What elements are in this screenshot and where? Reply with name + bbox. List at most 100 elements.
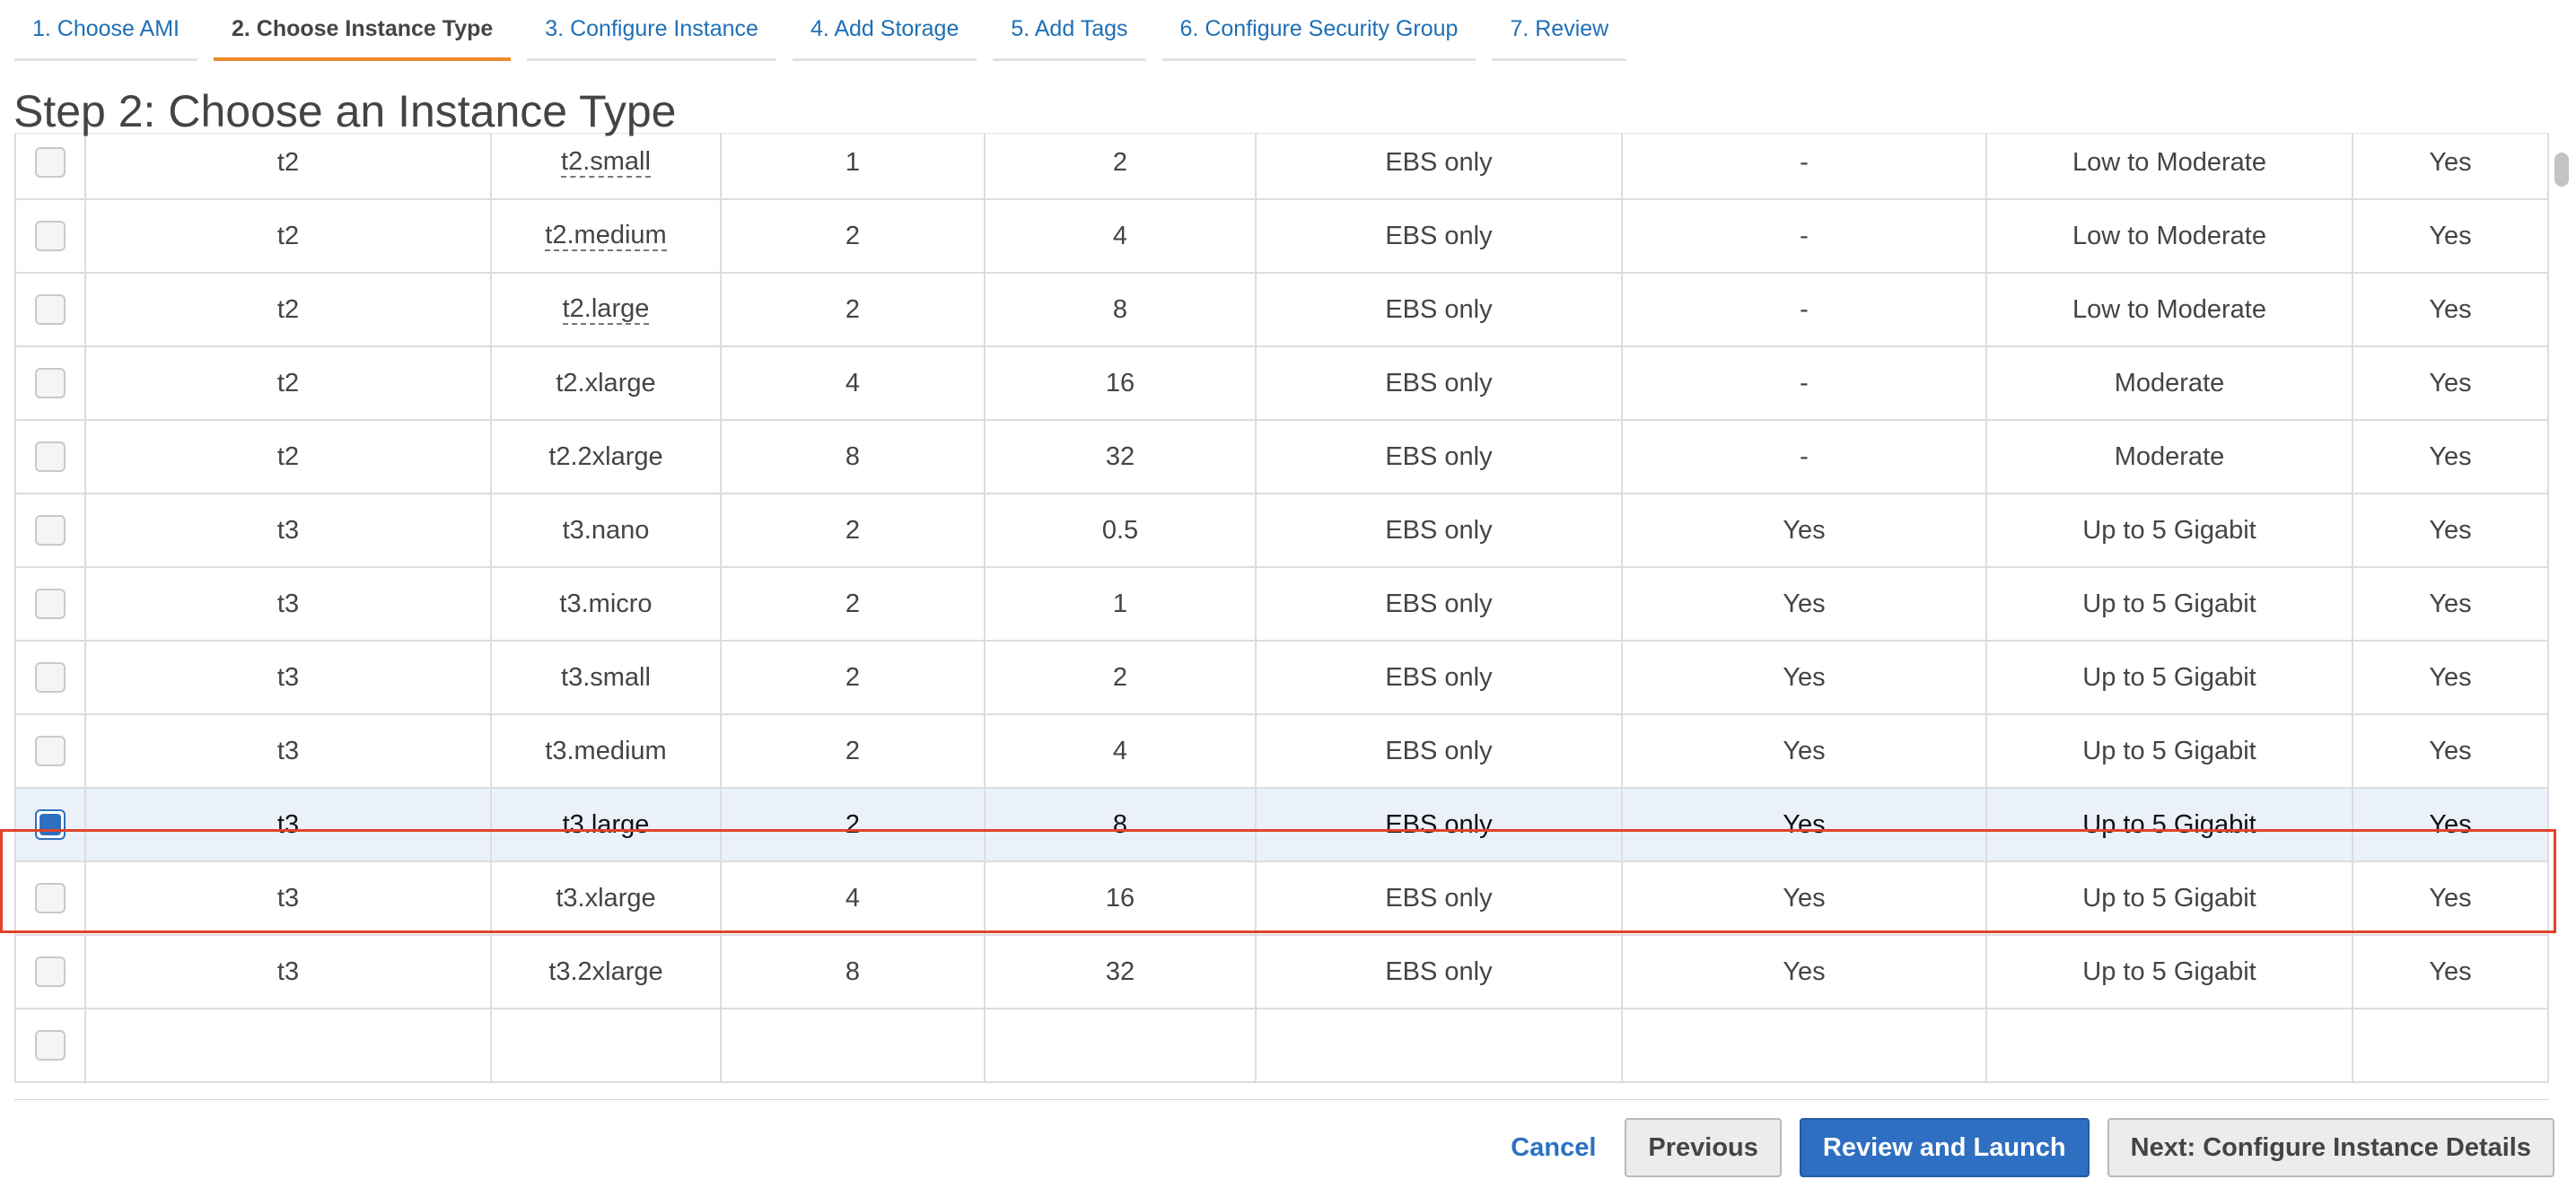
ipv6-support-cell (2353, 1009, 2549, 1081)
review-and-launch-button[interactable]: Review and Launch (1799, 1118, 2090, 1177)
memory-cell: 32 (986, 936, 1257, 1008)
ipv6-support-cell: Yes (2353, 862, 2549, 934)
ipv6-support-cell: Yes (2353, 421, 2549, 493)
scrollbar-thumb[interactable] (2554, 153, 2569, 187)
network-performance-value: Up to 5 Gigabit (2082, 589, 2256, 618)
row-select-checkbox[interactable] (35, 147, 66, 178)
cancel-button[interactable]: Cancel (1503, 1118, 1603, 1177)
family-cell: t2 (86, 421, 492, 493)
table-row[interactable]: t3 t3.micro 2 1 EBS only Yes Up to 5 Gigabit Ye… (14, 568, 2549, 642)
type-wrapper: t2.small (561, 148, 651, 178)
row-checkbox-cell[interactable] (14, 642, 86, 713)
network-performance-value: Up to 5 Gigabit (2082, 883, 2256, 913)
next-configure-instance-details-button[interactable]: Next: Configure Instance Details (2107, 1118, 2554, 1177)
row-select-checkbox[interactable] (35, 736, 66, 766)
memory-value: 4 (1112, 736, 1128, 765)
table-row[interactable]: t2 t2.xlarge 4 16 EBS only - Moderate Yes (14, 347, 2549, 421)
row-select-checkbox[interactable] (35, 294, 66, 325)
family-cell: t2 (86, 134, 492, 198)
family-cell (86, 1009, 492, 1081)
row-checkbox-cell[interactable] (14, 134, 86, 198)
network-performance-value: Moderate (2114, 441, 2225, 471)
row-select-checkbox[interactable] (35, 589, 66, 619)
ipv6-support-cell: Yes (2353, 274, 2549, 345)
row-select-checkbox[interactable] (35, 957, 66, 987)
row-checkbox-cell[interactable] (14, 274, 86, 345)
ebs-optimized-cell: - (1623, 134, 1987, 198)
instance-storage-value: EBS only (1385, 368, 1493, 397)
network-performance-cell: Up to 5 Gigabit (1987, 862, 2353, 934)
table-row[interactable]: t3 t3.small 2 2 EBS only Yes Up to 5 Gigabit Ye… (14, 642, 2549, 715)
ipv6-support-cell: Yes (2353, 347, 2549, 419)
table-row[interactable]: t3 t3.large 2 8 EBS only Yes Up to 5 Gigabit Ye… (14, 789, 2549, 862)
family-value: t2 (276, 441, 300, 471)
table-row[interactable]: t3 t3.medium 2 4 EBS only Yes Up to 5 Gigabit Y… (14, 715, 2549, 789)
type-cell: t3.small (492, 642, 722, 713)
table-row[interactable]: t2 t2.medium 2 4 EBS only - Low to Moderate Yes (14, 200, 2549, 274)
row-select-checkbox[interactable] (35, 221, 66, 251)
row-select-checkbox[interactable] (35, 662, 66, 693)
table-row[interactable]: t3 t3.nano 2 0.5 EBS only Yes Up to 5 Gigabit Y… (14, 494, 2549, 568)
row-select-checkbox[interactable] (35, 1030, 66, 1061)
instance-type-name: t2.large (562, 293, 650, 325)
row-checkbox-cell[interactable] (14, 421, 86, 493)
memory-value: 2 (1112, 662, 1128, 692)
row-checkbox-cell[interactable] (14, 200, 86, 272)
network-performance-value: Low to Moderate (2072, 221, 2266, 250)
row-checkbox-cell[interactable] (14, 1009, 86, 1081)
row-checkbox-cell[interactable] (14, 494, 86, 566)
memory-value: 16 (1105, 883, 1135, 913)
step-configure-security-group[interactable]: 6. Configure Security Group (1161, 0, 1476, 61)
type-wrapper: t3.medium (545, 738, 666, 764)
family-value: t3 (276, 515, 300, 545)
step-choose-instance-type[interactable]: 2. Choose Instance Type (213, 0, 512, 61)
type-cell: t2.medium (492, 200, 722, 272)
table-row[interactable]: t2 t2.2xlarge 8 32 EBS only - Moderate Yes (14, 421, 2549, 494)
table-row[interactable] (14, 1009, 2549, 1083)
ipv6-support-value: Yes (2429, 883, 2472, 913)
row-checkbox-cell[interactable] (14, 568, 86, 640)
table-row[interactable]: t3 t3.xlarge 4 16 EBS only Yes Up to 5 Gigabit… (14, 862, 2549, 936)
family-value: t2 (276, 368, 300, 397)
memory-cell: 32 (986, 421, 1257, 493)
network-performance-cell: Up to 5 Gigabit (1987, 789, 2353, 860)
vcpus-cell: 2 (722, 274, 986, 345)
row-select-checkbox[interactable] (35, 441, 66, 472)
table-row[interactable]: t3 t3.2xlarge 8 32 EBS only Yes Up to 5 Gigabi… (14, 936, 2549, 1009)
family-value: t2 (276, 147, 300, 177)
ebs-optimized-cell: Yes (1623, 494, 1987, 566)
type-wrapper: t3.small (561, 664, 651, 691)
wizard-footer: Cancel Previous Review and Launch Next: … (1503, 1118, 2554, 1177)
row-select-checkbox[interactable] (35, 368, 66, 398)
vcpus-value: 2 (845, 662, 861, 692)
table-row[interactable]: t2 t2.large 2 8 EBS only - Low to Moderate Yes (14, 274, 2549, 347)
row-checkbox-cell[interactable] (14, 936, 86, 1008)
row-select-checkbox[interactable] (35, 515, 66, 546)
instance-storage-cell: EBS only (1257, 936, 1623, 1008)
row-checkbox-cell[interactable] (14, 347, 86, 419)
step-configure-instance[interactable]: 3. Configure Instance (527, 0, 776, 61)
table-row[interactable]: t2 t2.small 1 2 EBS only - Low to Moderate Yes (14, 134, 2549, 200)
memory-cell: 16 (986, 862, 1257, 934)
table-scrollbar[interactable] (2551, 135, 2572, 1098)
row-checkbox-cell[interactable] (14, 862, 86, 934)
instance-storage-value: EBS only (1385, 221, 1493, 250)
ebs-optimized-value: Yes (1783, 662, 1826, 692)
step-review[interactable]: 7. Review (1492, 0, 1627, 61)
instance-type-table[interactable]: t2 Free tier eligible11EBS only-Low to M… (14, 133, 2549, 1100)
row-checkbox-cell[interactable] (14, 789, 86, 860)
step-choose-ami[interactable]: 1. Choose AMI (14, 0, 197, 61)
instance-type-name: t3.micro (559, 590, 653, 618)
step-add-tags[interactable]: 5. Add Tags (993, 0, 1146, 61)
instance-type-name: t3.nano (562, 516, 650, 545)
step-add-storage[interactable]: 4. Add Storage (792, 0, 977, 61)
ipv6-support-cell: Yes (2353, 936, 2549, 1008)
instance-storage-cell: EBS only (1257, 862, 1623, 934)
ebs-optimized-value: Yes (1783, 589, 1826, 618)
row-select-checkbox[interactable] (35, 883, 66, 913)
row-checkbox-cell[interactable] (14, 715, 86, 787)
row-select-checkbox[interactable] (35, 809, 66, 840)
previous-button[interactable]: Previous (1625, 1118, 1782, 1177)
family-cell: t3 (86, 494, 492, 566)
memory-value: 32 (1105, 441, 1135, 471)
